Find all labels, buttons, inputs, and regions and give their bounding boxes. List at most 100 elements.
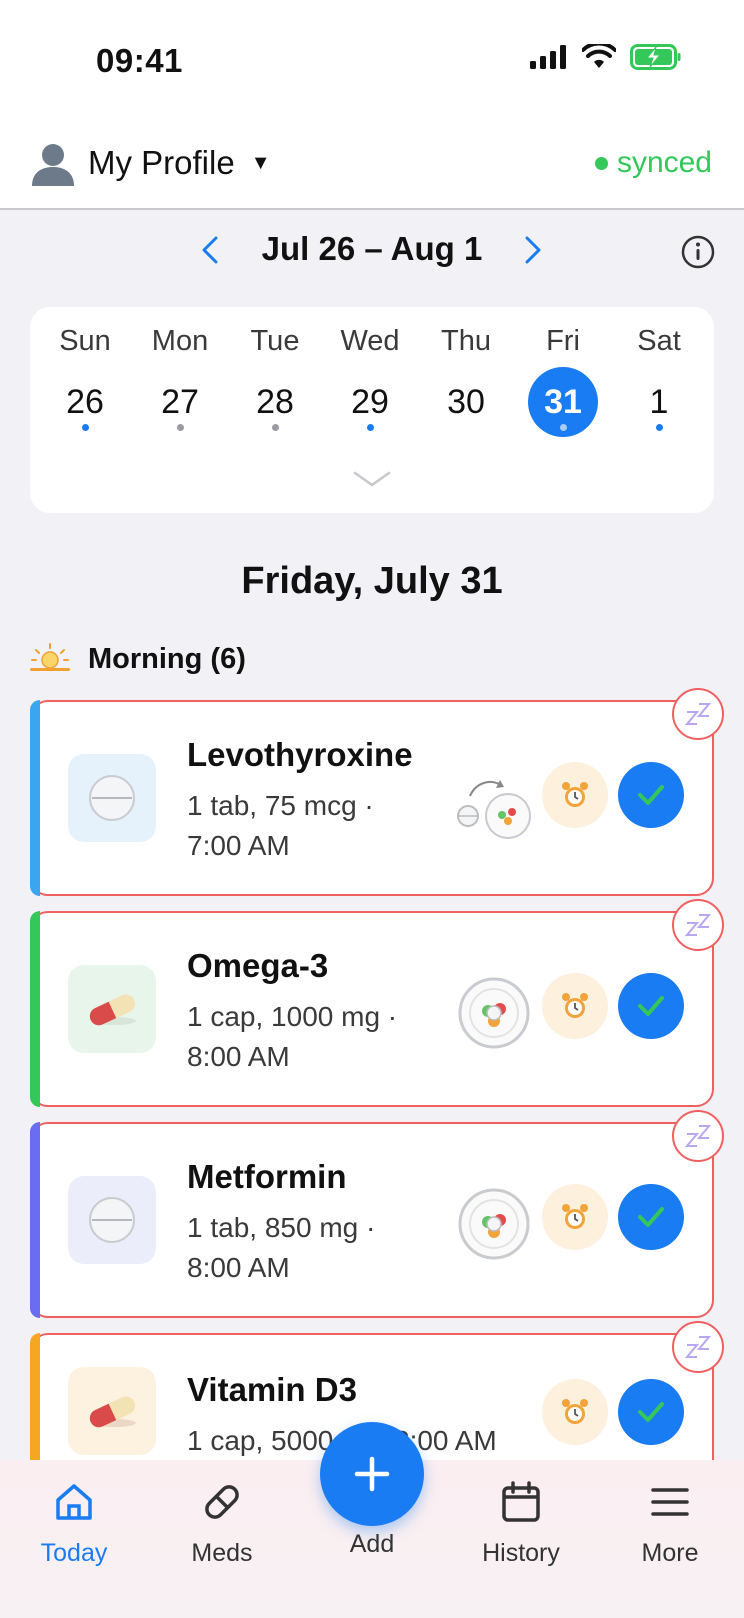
mark-taken-button[interactable] [618,762,684,828]
with-meal-icon [458,977,530,1049]
snooze-zzz-button[interactable] [672,899,724,951]
snooze-alarm-button[interactable] [542,1184,608,1250]
day-number-label: 31 [544,382,582,421]
day-number-label: 26 [66,382,104,421]
dose-status-dot [81,424,89,431]
tablet-icon [68,1176,156,1264]
section-label: Morning (6) [88,642,246,675]
checkmark-icon [638,996,664,1016]
day-number: 1 [624,367,694,437]
mark-taken-button[interactable] [618,1184,684,1250]
medication-name: Metformin [187,1158,347,1195]
pill-icon [205,1485,239,1519]
day-of-week-label: Wed [340,325,400,357]
snooze-zzz-button[interactable] [672,1321,724,1373]
medication-dose: 1 tab, 850 mg · 8:00 AM [187,1208,427,1288]
snooze-alarm-button[interactable] [542,1379,608,1445]
color-stripe [30,700,40,896]
tab-label: Today [40,1539,108,1567]
add-button[interactable] [320,1422,424,1526]
medication-name: Levothyroxine [187,736,413,773]
day-of-week-label: Tue [250,325,300,357]
day-cell-mon[interactable]: Mon 27 [140,321,220,437]
medication-dose: 1 tab, 75 mcg · 7:00 AM [187,786,427,866]
week-calendar: Sun 26 Mon 27 Tue 28 Wed 29 Thu 30 Fri 3… [30,307,714,513]
dose-time: 7:00 AM [187,830,290,861]
alarm-clock-icon [562,993,588,1018]
tab-label: History [482,1539,560,1567]
tab-history[interactable]: History [461,1480,581,1568]
day-cell-wed[interactable]: Wed 29 [330,321,410,437]
medication-name: Omega-3 [187,947,329,984]
dose-status-dot [176,424,184,431]
snooze-zzz-button[interactable] [672,688,724,740]
selected-day-title: Friday, July 31 [241,560,503,602]
dose-line: 1 tab, 75 mcg · [187,790,374,821]
day-of-week-label: Thu [441,325,491,357]
day-number: 27 [145,367,215,437]
battery-charging-icon [630,44,681,70]
with-meal-icon [458,1188,530,1260]
profile-switcher[interactable]: My Profile ▼ [30,140,271,186]
medication-name: Vitamin D3 [187,1371,357,1408]
alarm-clock-icon [562,782,588,807]
checkmark-icon [638,1402,664,1422]
zzz-icon [684,1125,712,1147]
dose-line: 1 tab, 850 mg · [187,1212,376,1243]
capsule-icon [68,1367,156,1455]
medication-card[interactable]: Metformin 1 tab, 850 mg · 8:00 AM [30,1110,724,1318]
medication-dose: 1 cap, 1000 mg · 8:00 AM [187,997,427,1077]
mark-taken-button[interactable] [618,973,684,1039]
day-cell-sun[interactable]: Sun 26 [45,321,125,437]
app-header: My Profile ▼ synced [0,120,744,210]
plus-icon [354,1456,390,1492]
day-cell-tue[interactable]: Tue 28 [235,321,315,437]
dose-time: 8:00 AM [187,1252,290,1283]
tablet-icon [68,754,156,842]
alarm-clock-icon [562,1204,588,1229]
day-number: 26 [50,367,120,437]
day-cell-thu[interactable]: Thu 30 [426,321,506,437]
profile-name: My Profile [88,144,235,181]
day-number-label: 30 [447,382,485,421]
tab-today[interactable]: Today [14,1480,134,1568]
medication-card[interactable]: Omega-3 1 cap, 1000 mg · 8:00 AM [30,899,724,1107]
day-number: 29 [335,367,405,437]
dose-status-dot [655,424,663,431]
capsule-icon [68,965,156,1053]
week-range-label: Jul 26 – Aug 1 [261,230,483,267]
color-stripe [30,911,40,1107]
snooze-alarm-button[interactable] [542,973,608,1039]
day-number: 30 [431,367,501,437]
before-meal-icon [457,780,531,839]
expand-calendar-chevron-icon[interactable] [352,467,392,491]
chevron-right-icon [525,236,541,264]
dose-status-dot [366,424,374,431]
chevron-left-icon [202,236,218,264]
day-of-week-label: Sat [637,325,681,357]
calendar-icon [502,1481,540,1522]
chevron-down-icon: ▼ [250,151,271,174]
day-of-week-label: Sun [59,325,111,357]
tab-more[interactable]: More [610,1480,730,1568]
zzz-icon [684,1336,712,1358]
menu-icon [651,1488,689,1516]
add-tab-label: Add [349,1530,395,1558]
alarm-clock-icon [562,1399,588,1424]
section-header-morning: Morning (6) [30,642,246,676]
mark-taken-button[interactable] [618,1379,684,1445]
day-of-week-label: Fri [546,325,580,357]
day-cell-sat[interactable]: Sat 1 [619,321,699,437]
info-icon[interactable] [680,234,716,270]
zzz-icon [684,914,712,936]
color-stripe [30,1122,40,1318]
day-cell-fri[interactable]: Fri 31 [523,321,603,437]
snooze-alarm-button[interactable] [542,762,608,828]
tab-meds[interactable]: Meds [162,1480,282,1568]
medication-card[interactable]: Levothyroxine 1 tab, 75 mcg · 7:00 AM [30,688,724,896]
day-of-week-label: Mon [151,325,209,357]
next-week-button[interactable] [513,230,553,270]
day-number-label: 29 [351,382,389,421]
snooze-zzz-button[interactable] [672,1110,724,1162]
previous-week-button[interactable] [190,230,230,270]
